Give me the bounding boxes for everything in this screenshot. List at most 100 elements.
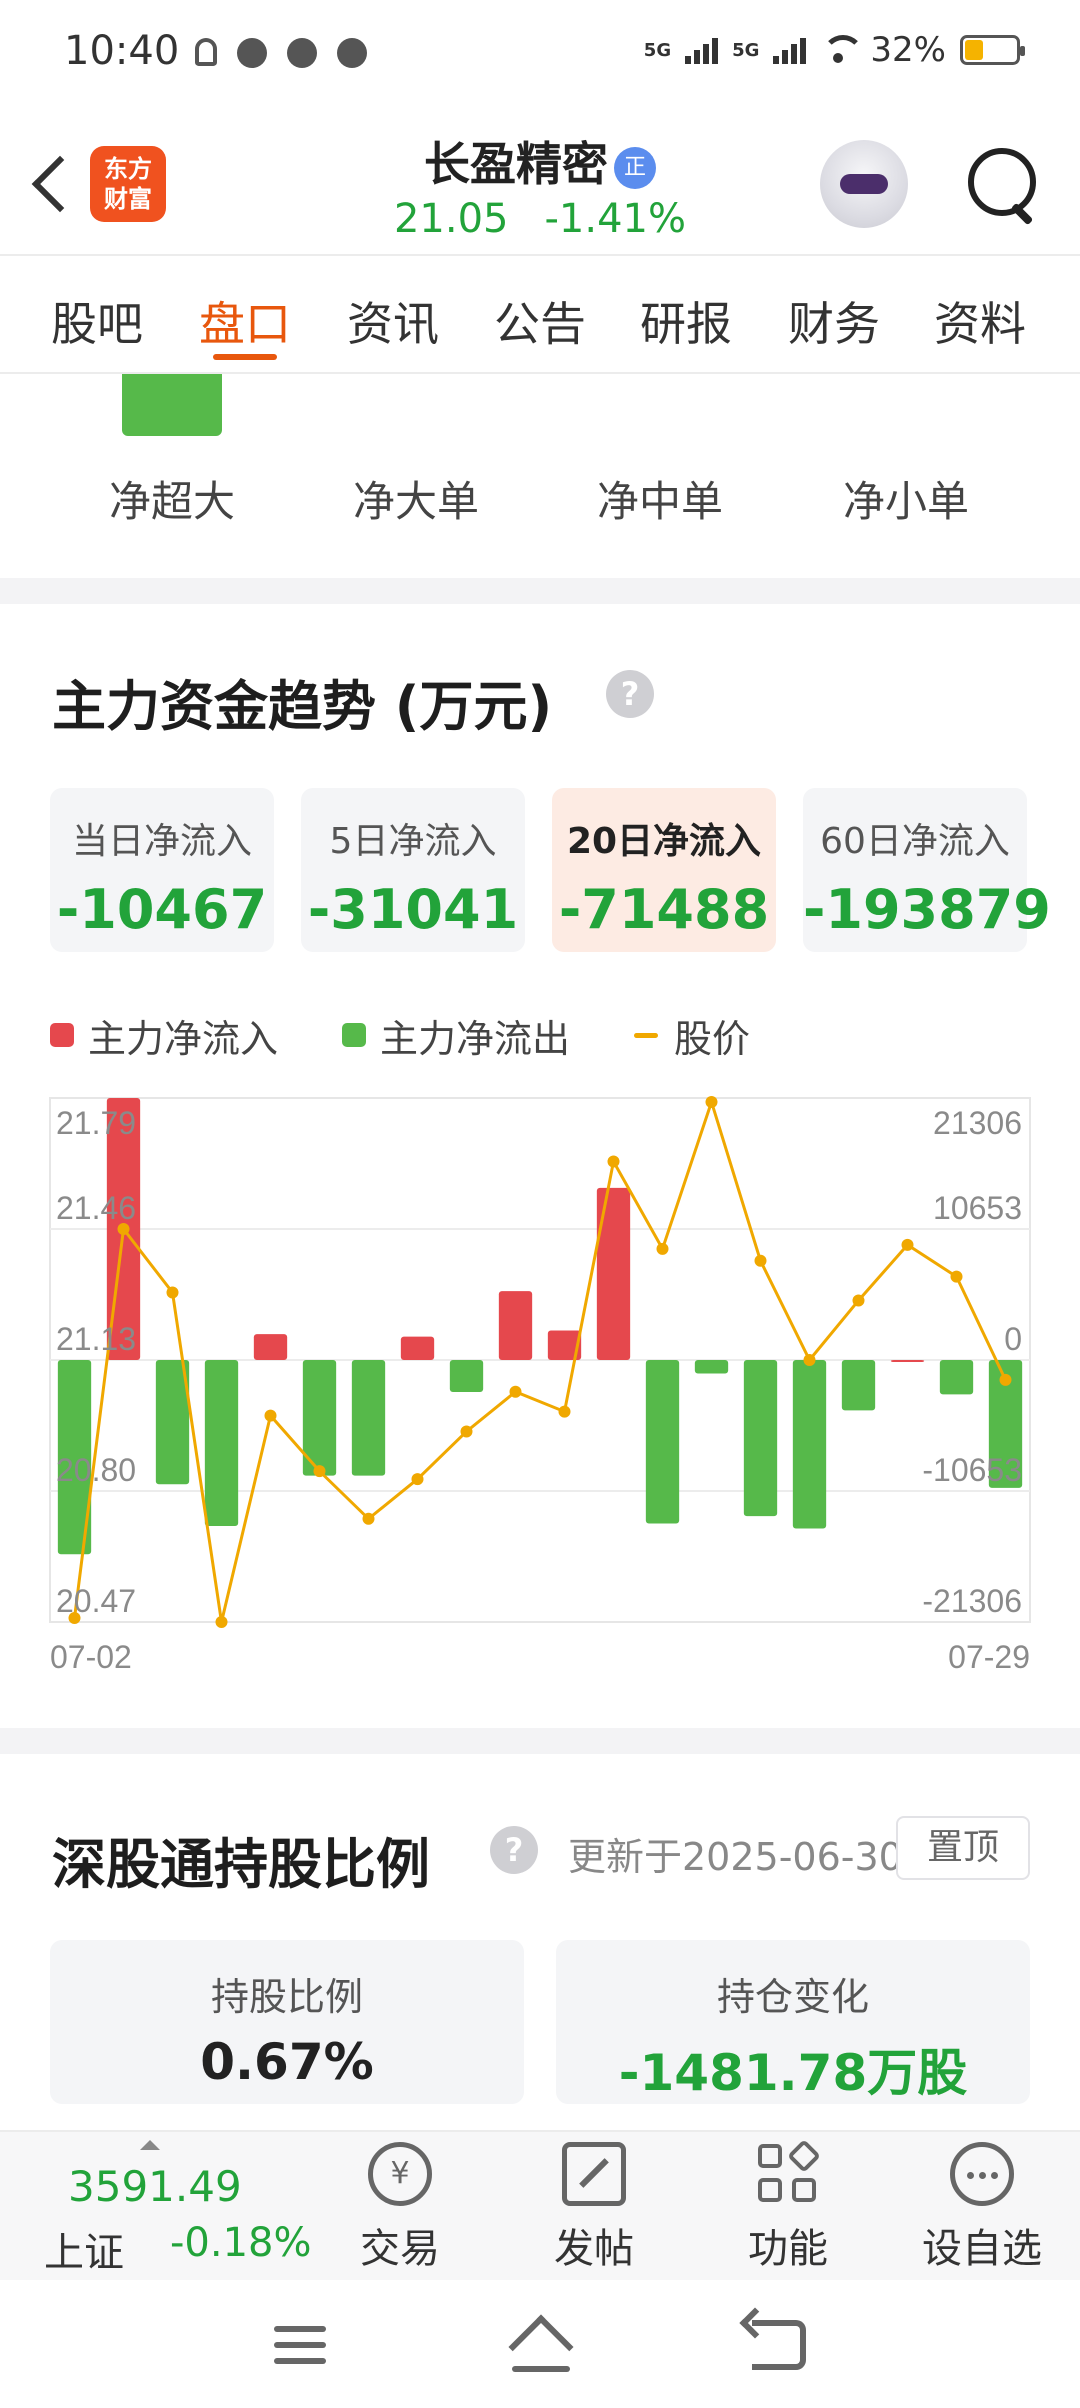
function-button[interactable]: 功能 [708,2139,868,2274]
index-name[interactable]: 上证 [44,2220,124,2278]
signal-bars-icon [773,36,807,64]
tab-bar: 股吧 盘口 资讯 公告 研报 财务 资料 [0,258,1080,374]
price-point [607,1155,620,1168]
add-favorite-label: 设自选 [922,2226,1042,2272]
trade-button[interactable]: ¥ 交易 [320,2142,480,2274]
holding-ratio-card: 持股比例 0.67% [50,1940,524,2104]
legend-label: 股价 [674,1016,751,1061]
positive-badge-icon: 正 [614,147,656,189]
price-point [460,1425,473,1438]
outflow-bar [204,1360,239,1527]
index-value[interactable]: 3591.49 [68,2162,242,2211]
card-label: 60日净流入 [820,821,1010,862]
stock-change: -1.41% [544,196,687,242]
price-point [264,1409,277,1422]
price-point [313,1465,326,1478]
trend-title: 主力资金趋势 (万元) [52,675,553,738]
card-value: -193879 [803,878,1051,941]
card-label: 5日净流入 [329,821,497,862]
price-point [558,1405,571,1418]
card-value: -71488 [558,878,770,941]
price-point [852,1294,865,1307]
system-back-icon[interactable] [752,2320,806,2370]
card-today[interactable]: 当日净流入 -10467 [50,788,274,952]
bottom-toolbar: 3591.49 上证 -0.18% ¥ 交易 发帖 功能 设自选 [0,2130,1080,2280]
active-tab-indicator [213,354,277,360]
tab-profile[interactable]: 资料 [920,288,1040,354]
wechat-icon [237,38,267,68]
ai-assistant-avatar[interactable] [820,140,908,228]
status-right: 5G 5G 32% [644,30,1025,70]
flow-label-large: 净大单 [352,477,479,526]
inflow-bar [498,1291,533,1360]
tab-news[interactable]: 资讯 [333,288,453,354]
holding-ratio-label: 持股比例 [210,1975,363,2019]
post-button[interactable]: 发帖 [514,2142,674,2274]
index-change[interactable]: -0.18% [170,2220,312,2266]
tab-finance[interactable]: 财务 [774,288,894,354]
expand-up-icon[interactable] [140,2140,160,2150]
legend-label: 主力净流出 [380,1016,571,1061]
right-axis-tick: 10653 [933,1190,1022,1226]
inflow-bar [890,1360,925,1362]
card-label: 20日净流入 [566,821,762,862]
pin-top-button[interactable]: 置顶 [896,1816,1030,1880]
outflow-bar [351,1360,386,1476]
add-favorite-button[interactable]: 设自选 [902,2142,1062,2274]
price-point [901,1238,914,1251]
signal-bars-icon [685,36,719,64]
price-point [166,1286,179,1299]
battery-percent: 32% [870,30,946,70]
function-icon [756,2139,821,2206]
tab-research[interactable]: 研报 [626,288,746,354]
holding-change-card: 持仓变化 -1481.78万股 [556,1940,1030,2104]
right-axis-tick: -21306 [922,1583,1022,1619]
outflow-bar [743,1360,778,1517]
legend-price: 股价 [634,1008,750,1063]
legend-swatch [50,1023,74,1047]
price-point [754,1254,767,1267]
recent-apps-icon[interactable] [274,2326,326,2366]
chart-canvas: 21.79 21.46 21.13 20.80 20.47 21306 10653 0 -106… [49,1095,1031,1675]
function-label: 功能 [748,2226,828,2272]
left-axis-tick: 20.80 [56,1452,136,1488]
stock-name: 长盈精密 [424,137,608,191]
price-point [999,1373,1012,1386]
inflow-bar [400,1336,435,1360]
trade-label: 交易 [360,2226,440,2272]
price-point [362,1512,375,1525]
legend-label: 主力净流入 [88,1016,279,1061]
headphones-icon [195,38,217,66]
legend-line [634,1032,659,1038]
help-icon[interactable]: ? [606,670,654,718]
post-icon [562,2142,626,2206]
right-axis-tick: 0 [1004,1321,1022,1357]
legend-inflow: 主力净流入 [50,1008,278,1063]
price-point [656,1242,669,1255]
net-inflow-cards: 当日净流入 -10467 5日净流入 -31041 20日净流入 -71488 … [50,788,1051,952]
holdings-title: 深股通持股比例 [52,1833,430,1896]
tab-guba[interactable]: 股吧 [37,288,157,354]
wifi-icon [820,35,865,65]
battery-icon [960,35,1025,65]
tab-announcements[interactable]: 公告 [480,288,600,354]
card-5day[interactable]: 5日净流入 -31041 [301,788,525,952]
card-value: -31041 [307,878,519,941]
fund-flow-chart[interactable]: 21.79 21.46 21.13 20.80 20.47 21306 10653 0 -106… [0,1060,1080,1700]
price-point [411,1473,424,1486]
right-axis-tick: 21306 [933,1105,1022,1141]
card-20day[interactable]: 20日净流入 -71488 [552,788,776,952]
help-icon[interactable]: ? [490,1826,538,1874]
section-divider [0,578,1080,604]
tab-pankou[interactable]: 盘口 [185,288,305,354]
search-icon[interactable] [966,148,1036,224]
outflow-bar [645,1360,680,1524]
card-60day[interactable]: 60日净流入 -193879 [803,788,1051,952]
chart-legend: 主力净流入 主力净流出 股价 [50,1008,814,1063]
stock-title: 长盈精密正 [0,128,1080,194]
super-large-bar [122,374,222,436]
right-axis-tick: -10653 [922,1452,1022,1488]
price-point [215,1616,228,1628]
price-point [705,1095,718,1108]
home-icon[interactable] [508,2318,572,2374]
